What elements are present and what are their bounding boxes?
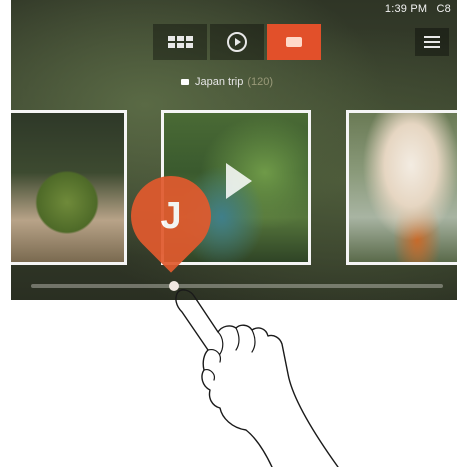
film-icon <box>286 37 302 47</box>
menu-button[interactable] <box>415 28 449 56</box>
album-label[interactable]: Japan trip (120) <box>181 76 273 88</box>
play-icon <box>226 163 252 199</box>
view-mode-switch <box>153 24 324 60</box>
slideshow-button[interactable] <box>210 24 264 60</box>
album-count: (120) <box>247 76 273 88</box>
album-title: Japan trip <box>195 76 244 88</box>
pointing-hand-illustration <box>175 289 339 467</box>
index-letter: J <box>160 194 182 237</box>
top-bar <box>11 24 457 60</box>
status-bar: 1:39 PM C8 <box>379 3 451 15</box>
photo-thumbnail-moss-ball[interactable] <box>11 110 127 265</box>
photo-thumbnail-cat[interactable] <box>346 110 457 265</box>
album-icon <box>181 79 189 85</box>
play-circle-icon <box>227 32 247 52</box>
film-view-button[interactable] <box>267 24 321 60</box>
grid-icon <box>167 36 193 48</box>
status-time: 1:39 PM <box>384 3 428 15</box>
menu-icon <box>424 36 440 38</box>
grid-view-button[interactable] <box>153 24 207 60</box>
gallery-app: 1:39 PM C8 Japan trip (120) J <box>11 0 457 300</box>
status-carrier: C8 <box>436 3 451 15</box>
